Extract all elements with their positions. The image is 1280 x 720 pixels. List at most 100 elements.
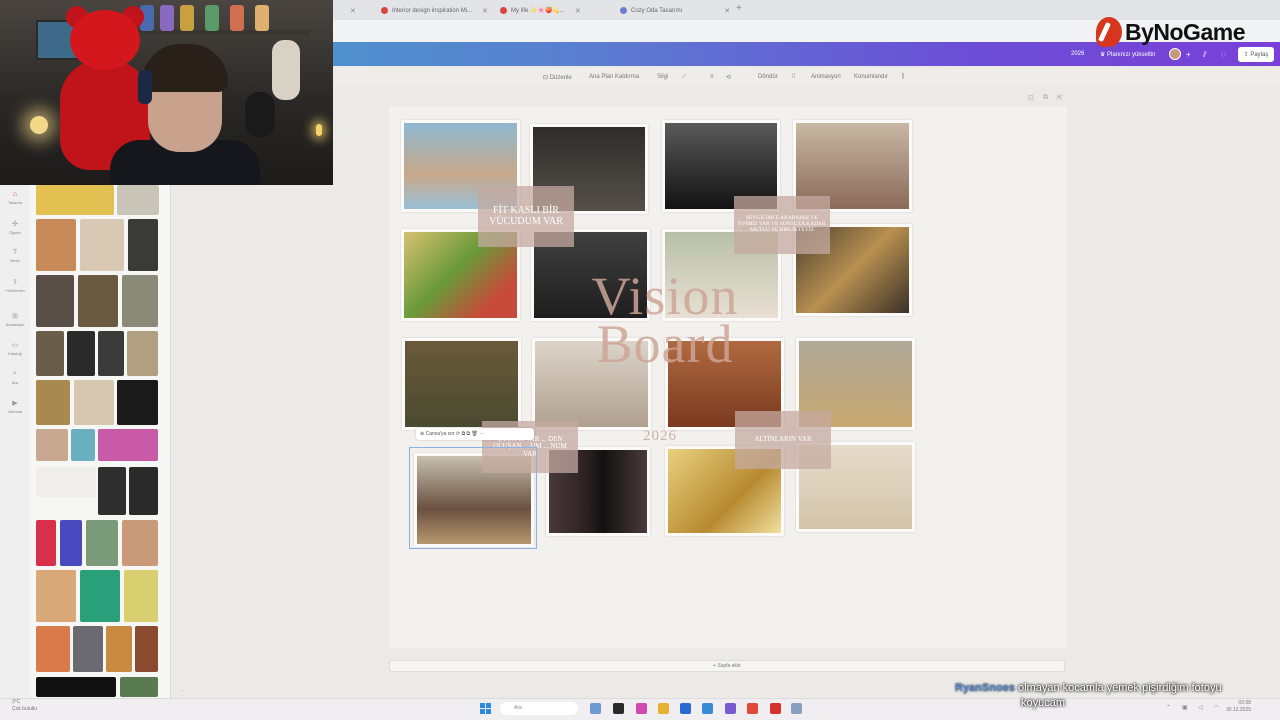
eraser-button[interactable]: Silgi <box>657 74 668 80</box>
caption-gold[interactable]: ALTINLARIN VAR <box>735 411 831 469</box>
duplicate-page-icon[interactable]: ⧉ <box>1043 94 1048 102</box>
thumb-orange[interactable] <box>106 626 132 672</box>
thumb-bottle[interactable] <box>86 520 118 566</box>
rail-item-catalog[interactable]: ▭ Kataloğ <box>2 341 28 356</box>
mail-icon[interactable] <box>702 703 713 714</box>
wifi-icon[interactable]: ◠ <box>1214 704 1219 711</box>
system-clock[interactable]: 02:08 30.12.2025 <box>1226 700 1251 714</box>
thumb-street[interactable] <box>73 626 103 672</box>
weather-widget[interactable]: 3°C Çok bulutlu <box>12 699 37 713</box>
thumb-forest[interactable] <box>120 677 158 697</box>
thumb-beach[interactable] <box>127 331 158 376</box>
thumb-green[interactable] <box>80 570 120 622</box>
thumb-sunset[interactable] <box>135 626 158 672</box>
copilot-icon[interactable] <box>636 703 647 714</box>
crop-icon[interactable]: ⟋ <box>682 74 686 81</box>
thumb-lemons[interactable] <box>36 185 114 215</box>
thumb-gym2[interactable] <box>98 331 124 376</box>
photo-bag[interactable] <box>402 338 521 430</box>
selection-frame[interactable] <box>409 447 537 549</box>
panel-divider[interactable] <box>170 185 171 700</box>
upgrade-plan-button[interactable]: ♛ Planınızı yükseltin <box>1100 51 1155 58</box>
browser-tab-mylife[interactable]: My life ✨🌸🍑💫... ✕ <box>500 3 581 18</box>
taskview-icon[interactable] <box>590 703 601 714</box>
comment-icon[interactable]: ◌ <box>1221 50 1226 59</box>
rail-item-text[interactable]: T Metin <box>2 249 28 263</box>
close-icon[interactable]: ✕ <box>482 7 488 15</box>
close-icon[interactable]: ✕ <box>575 7 581 15</box>
close-icon[interactable]: ✕ <box>724 7 730 15</box>
apps-icon: ⊞ <box>12 313 18 320</box>
thumb-phone2[interactable] <box>129 467 158 515</box>
settings-icon[interactable] <box>791 703 802 714</box>
edit-button[interactable]: ⊡ Düzenle <box>543 74 572 81</box>
element-context-toolbar[interactable]: ⊕ Canva'ya sor ⟳ ⧉ ⧉ 🗑 ··· <box>416 428 534 440</box>
thumb-necklace[interactable] <box>36 219 76 271</box>
thumb-blue[interactable] <box>60 520 82 566</box>
thumb-couple2[interactable] <box>36 429 68 461</box>
year-text[interactable]: 2026 <box>630 428 690 445</box>
thumb-black[interactable] <box>36 677 116 697</box>
thumb-fruit[interactable] <box>36 626 70 672</box>
discord-icon[interactable] <box>725 703 736 714</box>
position-button[interactable]: Konumlandır <box>854 74 888 80</box>
browser-tab-interior[interactable]: Interior design inspiration Mi... ✕ <box>381 3 488 18</box>
thumb-bag[interactable] <box>36 331 64 376</box>
chevron-up-icon[interactable]: ⌃ <box>1166 704 1171 711</box>
caption-fit-body[interactable]: FİT KASLI BİR VÜCUDUM VAR <box>478 186 574 247</box>
new-tab-button[interactable]: + <box>736 3 742 14</box>
windows-start-icon[interactable] <box>480 703 491 714</box>
thumb-couple[interactable] <box>74 380 114 425</box>
thumb-phone[interactable] <box>98 467 126 515</box>
tab-close-prev[interactable]: ✕ <box>344 3 356 18</box>
thumb-woman[interactable] <box>36 570 76 622</box>
remove-background-button[interactable]: Ana Plan Kaldırma <box>589 74 639 80</box>
thumb-gym[interactable] <box>128 219 158 271</box>
add-page-button[interactable]: + Sayfa ekle <box>389 660 1065 672</box>
file-explorer-icon[interactable] <box>658 703 669 714</box>
network-icon[interactable]: ▣ <box>1182 704 1188 711</box>
animate-button[interactable]: Animasyon <box>811 74 841 80</box>
rotate-button[interactable]: Döndür <box>758 74 778 80</box>
add-icon[interactable]: + <box>1186 50 1191 59</box>
caption-love[interactable]: SEVGİLİMLE ARABAMIZ VE EVİMİZ VAR VE SON… <box>734 196 830 254</box>
thumb-pink-banner[interactable] <box>98 429 158 461</box>
rail-item-apps[interactable]: ⊞ Arkadaşlık <box>2 312 28 327</box>
thumb-perfume-tray[interactable] <box>36 275 74 327</box>
rail-item-design[interactable]: ⌂ Tasarım <box>2 191 28 205</box>
rail-item-uploads[interactable]: ⇪ Yüklemeler <box>2 278 28 293</box>
thumb-red[interactable] <box>36 520 56 566</box>
flip-icon[interactable]: ≡ <box>710 74 714 80</box>
paint-icon[interactable]: ⫿ <box>902 74 904 81</box>
app-icon[interactable] <box>770 703 781 714</box>
browser-tab-cozy[interactable]: Cozy Oda Tasarımı ✕ <box>620 3 730 18</box>
thumb-room[interactable] <box>122 275 158 327</box>
rotate-icon[interactable]: ⟲ <box>726 74 731 81</box>
design-title[interactable]: 2026 <box>1071 51 1084 57</box>
rail-item-videos[interactable]: ▶ Videolar <box>2 399 28 414</box>
speaker-icon[interactable]: ◁ <box>1198 704 1203 711</box>
thumb-rings[interactable] <box>78 275 118 327</box>
thumb-jewelry[interactable] <box>117 185 159 215</box>
thumb-yellow[interactable] <box>124 570 158 622</box>
avatar[interactable] <box>1169 48 1181 60</box>
share-button[interactable]: ⇪ Paylaş <box>1238 47 1274 62</box>
rail-item-search[interactable]: ⌕ Ara <box>2 370 28 385</box>
add-page-icon[interactable]: ⇱ <box>1057 94 1063 102</box>
terminal-icon[interactable] <box>613 703 624 714</box>
chrome-icon[interactable] <box>747 703 758 714</box>
vision-board-title[interactable]: Vision Board <box>560 269 770 371</box>
thumb-sea[interactable] <box>71 429 95 461</box>
thumb-chain[interactable] <box>80 219 124 271</box>
chart-icon[interactable]: ⫽ <box>1203 50 1207 60</box>
rail-item-elements[interactable]: ✣ Öğeler <box>2 220 28 235</box>
thumb-car[interactable] <box>117 380 158 425</box>
thumb-blank[interactable] <box>36 467 96 497</box>
thumb-food[interactable] <box>36 380 70 425</box>
thumb-weights[interactable] <box>67 331 95 376</box>
taskbar-search[interactable]: Ara <box>500 702 578 715</box>
store-icon[interactable] <box>680 703 691 714</box>
transparency-icon[interactable]: ⁞⁞ <box>792 74 795 80</box>
lock-icon[interactable]: ⊡ <box>1028 94 1034 102</box>
thumb-portrait[interactable] <box>122 520 158 566</box>
